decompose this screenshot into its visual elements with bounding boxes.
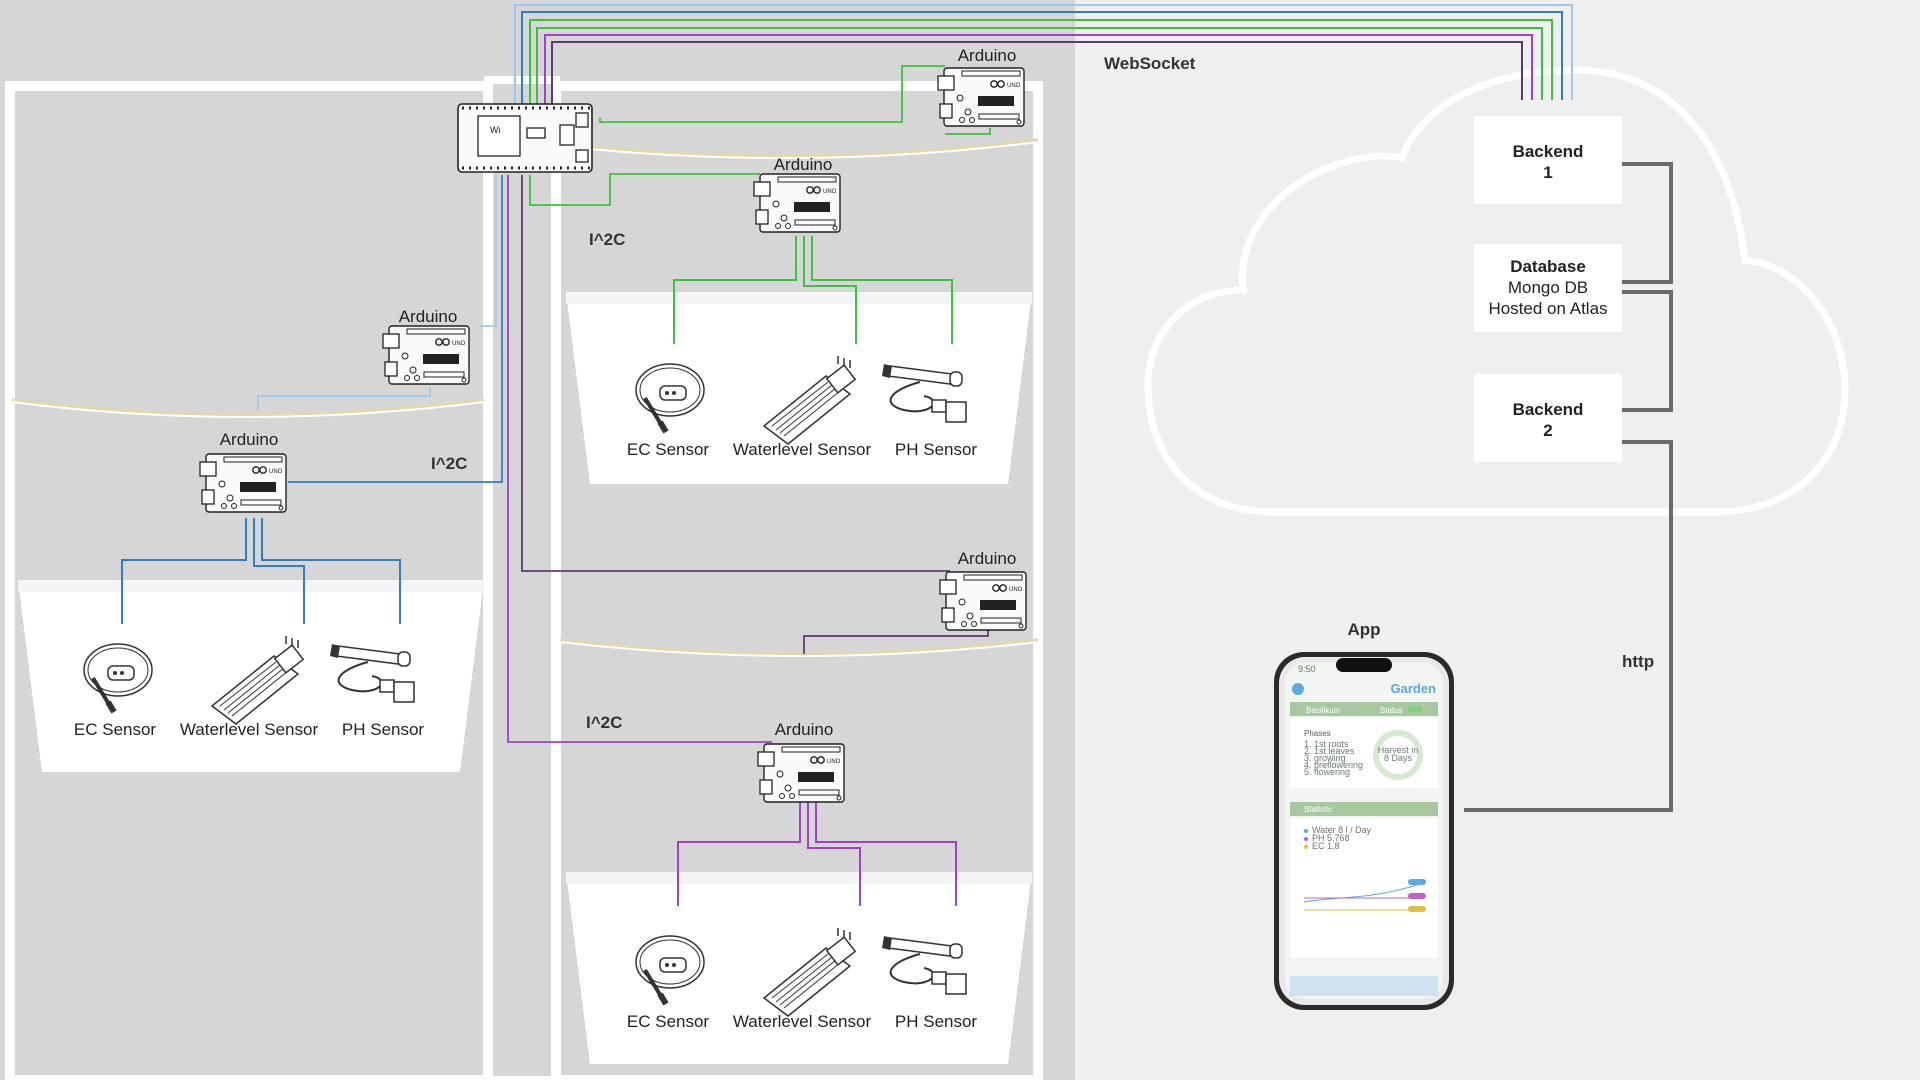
ec-sensor-label: EC Sensor (627, 440, 710, 459)
back-arrow-icon (1292, 683, 1304, 695)
arduino-label: Arduino (774, 155, 833, 174)
app-label: App (1347, 620, 1380, 639)
legend-ec: EC 1,8 (1312, 841, 1340, 851)
ph-sensor-label: PH Sensor (342, 720, 425, 739)
planter-rim (566, 292, 1032, 304)
phase-item: 5. flowering (1304, 767, 1350, 777)
ec-sensor-label: EC Sensor (627, 1012, 710, 1031)
phone-status-label: Status (1380, 706, 1403, 715)
backend-2-title: Backend (1513, 400, 1584, 419)
planter-tray (566, 872, 1032, 1064)
phone-title: Garden (1390, 681, 1436, 696)
waterlevel-sensor-label: Waterlevel Sensor (733, 440, 872, 459)
architecture-diagram: UNO (0, 0, 1849, 1080)
arduino-board (939, 571, 1027, 631)
waterlevel-sensor-label: Waterlevel Sensor (180, 720, 319, 739)
arduino-board (199, 453, 287, 513)
waterlevel-sensor-label: Waterlevel Sensor (733, 1012, 872, 1031)
arduino-label: Arduino (220, 430, 279, 449)
database-host: Hosted on Atlas (1488, 299, 1607, 318)
database-engine: Mongo DB (1508, 278, 1588, 297)
arduino-label: Arduino (958, 46, 1017, 65)
phone-phases-title: Phases (1304, 729, 1331, 738)
arduino-board (757, 743, 845, 803)
backend-1-box: Backend 1 (1474, 116, 1622, 204)
arduino-board (753, 173, 841, 233)
planter-rim (18, 580, 484, 592)
arduino-board (382, 325, 470, 385)
planter-rim (566, 872, 1032, 884)
websocket-label: WebSocket (1104, 54, 1196, 73)
ph-sensor-label: PH Sensor (895, 1012, 978, 1031)
phone-mockup: 9:50 Garden Basilikum Status Phases 1. 1… (1274, 652, 1454, 1010)
arduino-label: Arduino (399, 307, 458, 326)
i2c-label: I^2C (589, 230, 625, 249)
svg-text:Wi: Wi (490, 125, 501, 135)
ph-sensor-label: PH Sensor (895, 440, 978, 459)
backend-1-title: Backend (1513, 142, 1584, 161)
arduino-board (937, 67, 1025, 127)
phone-statistic-title: Statistic (1304, 805, 1332, 814)
database-title: Database (1510, 257, 1586, 276)
ec-sensor-label: EC Sensor (74, 720, 157, 739)
esp-hub-board: Wi (457, 103, 593, 173)
phone-time: 9:50 (1298, 664, 1316, 674)
backend-2-number: 2 (1543, 421, 1552, 440)
i2c-label: I^2C (431, 454, 467, 473)
harvest-days: 8 Days (1384, 753, 1413, 763)
backend-1-number: 1 (1543, 163, 1552, 182)
i2c-label: I^2C (586, 713, 622, 732)
backend-2-box: Backend 2 (1474, 374, 1622, 462)
http-label: http (1622, 652, 1654, 671)
arduino-label: Arduino (775, 720, 834, 739)
database-box: Database Mongo DB Hosted on Atlas (1474, 244, 1622, 332)
phone-plant-name: Basilikum (1306, 706, 1341, 715)
arduino-label: Arduino (958, 549, 1017, 568)
